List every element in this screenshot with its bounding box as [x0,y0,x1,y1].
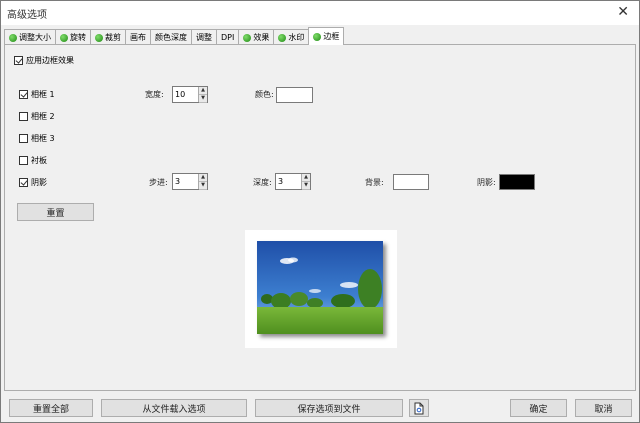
tab-canvas[interactable]: 画布 [125,29,151,45]
frame3-checkbox[interactable]: 相框 3 [19,133,55,144]
title-bar: 高级选项 ✕ [1,1,639,25]
tab-crop[interactable]: 裁剪 [90,29,126,45]
spin-up-icon[interactable]: ▲ [199,87,207,95]
tab-adjust[interactable]: 调整 [191,29,217,45]
shadow-depth-stepper[interactable]: 3 ▲ ▼ [275,173,311,190]
ok-button[interactable]: 确定 [510,399,567,417]
shadow-checkbox[interactable]: 阴影 [19,177,47,188]
checkbox-box [19,178,28,187]
shadow-background-swatch[interactable] [393,174,429,190]
frame1-width-stepper[interactable]: 10 ▲ ▼ [172,86,208,103]
frame1-color-swatch[interactable] [276,87,313,103]
checkbox-box [19,134,28,143]
advanced-options-window: 高级选项 ✕ 调整大小 旋转 裁剪 画布 颜色深度 调整 DPI 效果 水印 边… [0,0,640,423]
tab-effects[interactable]: 效果 [238,29,275,45]
tab-rotate[interactable]: 旋转 [55,29,91,45]
tab-resize[interactable]: 调整大小 [4,29,56,45]
frame2-checkbox[interactable]: 相框 2 [19,111,55,122]
shadow-color-swatch[interactable] [499,174,535,190]
status-dot-icon [95,33,103,42]
frame1-checkbox[interactable]: 相框 1 [19,89,55,100]
shadow-depth-label: 深度: [253,178,272,187]
spin-down-icon[interactable]: ▼ [199,182,207,190]
status-dot-icon [278,33,287,42]
border-preview [245,230,397,348]
preview-image [257,241,383,334]
apply-border-checkbox[interactable]: 应用边框效果 [14,55,74,66]
tab-watermark[interactable]: 水印 [273,29,310,45]
status-dot-icon [313,32,322,41]
checkbox-box [19,156,28,165]
save-options-to-file-button[interactable]: 保存选项到文件 [255,399,403,417]
reset-button[interactable]: 重置 [17,203,94,221]
spin-up-icon[interactable]: ▲ [199,174,207,182]
status-dot-icon [243,33,252,42]
spin-up-icon[interactable]: ▲ [302,174,310,182]
spin-down-icon[interactable]: ▼ [302,182,310,190]
frame1-color-label: 颜色: [255,90,274,99]
document-icon[interactable] [409,399,429,417]
close-icon[interactable]: ✕ [617,4,629,20]
spin-down-icon[interactable]: ▼ [199,95,207,103]
checkbox-box [19,112,28,121]
status-dot-icon [9,33,17,42]
tab-strip: 调整大小 旋转 裁剪 画布 颜色深度 调整 DPI 效果 水印 边框 [4,27,345,45]
tab-border[interactable]: 边框 [308,27,345,45]
tab-color-depth[interactable]: 颜色深度 [150,29,192,45]
board-checkbox[interactable]: 衬板 [19,155,47,166]
tab-dpi[interactable]: DPI [216,29,240,45]
shadow-background-label: 背景: [365,178,384,187]
shadow-step-stepper[interactable]: 3 ▲ ▼ [172,173,208,190]
shadow-color-label: 阴影: [477,178,496,187]
reset-all-button[interactable]: 重置全部 [9,399,93,417]
status-dot-icon [60,33,68,42]
load-options-from-file-button[interactable]: 从文件载入选项 [101,399,247,417]
checkbox-box [19,90,28,99]
checkbox-box [14,56,23,65]
shadow-step-label: 步进: [149,178,168,187]
frame1-width-label: 宽度: [145,90,164,99]
window-title: 高级选项 [7,10,47,21]
cancel-button[interactable]: 取消 [575,399,632,417]
